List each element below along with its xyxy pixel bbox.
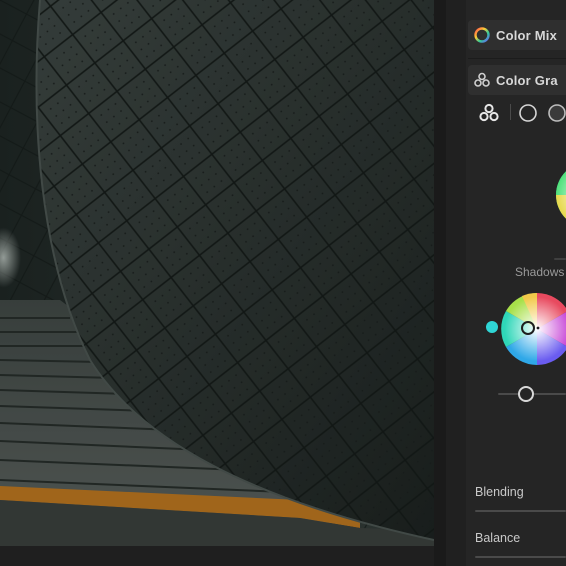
architecture-photo <box>0 0 434 546</box>
color-grading-header[interactable]: Color Gra <box>468 65 566 95</box>
section-divider <box>468 58 566 59</box>
hue-indicator-dot[interactable] <box>486 321 498 333</box>
view-mode-separator <box>510 104 511 120</box>
midtones-slider-track[interactable] <box>554 258 566 260</box>
blending-label: Blending <box>475 485 524 499</box>
shadows-color-wheel[interactable] <box>500 292 566 366</box>
three-circles-icon[interactable] <box>478 102 500 124</box>
shadows-luminance-thumb[interactable] <box>518 386 534 402</box>
filmstrip-area <box>0 546 446 566</box>
color-mixer-header[interactable]: Color Mix <box>468 20 566 50</box>
balance-slider-track[interactable] <box>475 556 566 558</box>
develop-panel: Color Mix Color Gra Shadows Blending Bal… <box>446 0 566 566</box>
balance-label: Balance <box>475 531 521 545</box>
filled-circle-icon[interactable] <box>547 103 566 123</box>
panel-divider[interactable] <box>434 0 446 566</box>
photo-canvas[interactable] <box>0 0 434 546</box>
color-grading-title: Color Gra <box>496 72 558 88</box>
three-circles-icon <box>468 65 496 95</box>
color-wheel-icon <box>468 20 496 50</box>
blending-slider-track[interactable] <box>475 510 566 512</box>
wheel-label: Shadows <box>515 265 565 279</box>
circle-icon[interactable] <box>518 103 538 123</box>
midtones-color-wheel[interactable] <box>554 160 566 230</box>
color-mixer-title: Color Mix <box>496 27 558 43</box>
